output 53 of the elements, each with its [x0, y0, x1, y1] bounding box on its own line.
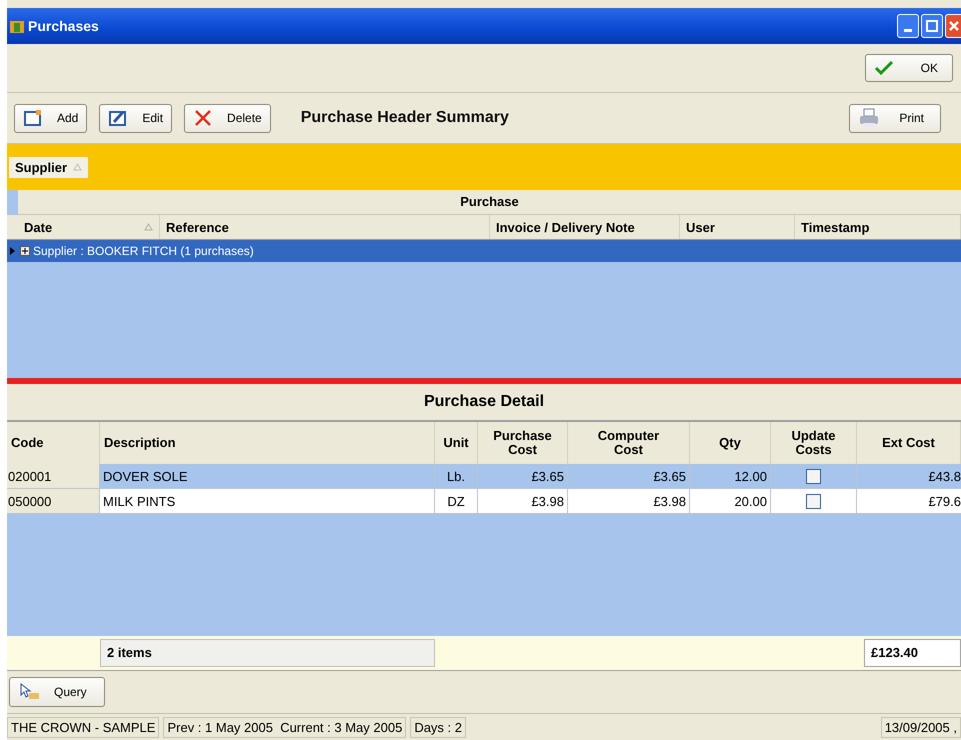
- table-cell: DZ: [435, 489, 478, 514]
- close-icon: [948, 20, 960, 32]
- section-title: Purchase Detail: [7, 384, 961, 422]
- checkbox[interactable]: [806, 468, 821, 484]
- expand-icon: [20, 246, 30, 256]
- window-title: Purchases: [28, 18, 99, 34]
- item-count: 2 items: [100, 639, 435, 667]
- group-chip[interactable]: Supplier: [9, 156, 88, 178]
- maximize-icon: [926, 20, 938, 32]
- edit-button[interactable]: Edit: [99, 104, 172, 132]
- query-button[interactable]: Query: [9, 677, 105, 707]
- table-row[interactable]: 050000 MILK PINTS DZ £3.98 £3.98 20.00 £79.6: [7, 489, 961, 514]
- table-cell: 050000: [7, 489, 100, 514]
- ok-button[interactable]: OK: [865, 54, 953, 82]
- box-icon: [9, 18, 25, 34]
- row-pointer-icon: [9, 246, 17, 256]
- column-header[interactable]: Timestamp: [795, 215, 961, 239]
- close-button[interactable]: [945, 14, 961, 38]
- add-button[interactable]: Add: [14, 104, 88, 132]
- pointer-icon: [18, 683, 40, 701]
- table-cell: £3.98: [568, 489, 690, 514]
- status-text: 13/09/2005 ,: [880, 716, 961, 738]
- printer-icon: [858, 108, 880, 128]
- delete-button[interactable]: Delete: [184, 104, 271, 132]
- column-header[interactable]: Reference: [160, 215, 490, 239]
- group-row[interactable]: Supplier : BOOKER FITCH (1 purchases): [7, 240, 961, 262]
- sort-icon: [73, 163, 82, 171]
- edit-icon: [108, 109, 128, 127]
- total-cost: £123.40: [864, 639, 961, 667]
- status-text: THE CROWN - SAMPLE: [7, 716, 160, 738]
- column-header[interactable]: Date: [18, 215, 160, 239]
- sort-icon: [144, 223, 153, 231]
- cross-icon: [193, 109, 214, 127]
- status-text: Days : 2: [410, 716, 466, 738]
- status-text: Prev : 1 May 2005 Current : 3 May 2005: [163, 716, 406, 738]
- new-document-icon: [23, 109, 43, 127]
- group-label: Supplier : BOOKER FITCH (1 purchases): [33, 244, 254, 258]
- section-title: Purchase Header Summary: [300, 109, 509, 127]
- maximize-button[interactable]: [921, 14, 943, 38]
- table-cell: 20.00: [690, 489, 771, 514]
- column-header[interactable]: User: [680, 215, 795, 239]
- table-cell: 020001: [7, 464, 100, 489]
- table-cell: £79.6: [857, 489, 961, 514]
- table-row[interactable]: 020001 DOVER SOLE Lb. £3.65 £3.65 12.00 £43.8: [7, 464, 961, 489]
- minimize-icon: [904, 28, 912, 32]
- checkbox[interactable]: [806, 494, 821, 508]
- table-cell: £3.98: [478, 489, 568, 514]
- check-icon: [874, 60, 894, 76]
- table-cell: MILK PINTS: [100, 489, 435, 514]
- column-band-header: Purchase: [18, 190, 961, 215]
- print-button[interactable]: Print: [849, 104, 941, 132]
- minimize-button[interactable]: [897, 14, 919, 38]
- column-header[interactable]: Invoice / Delivery Note: [490, 215, 680, 239]
